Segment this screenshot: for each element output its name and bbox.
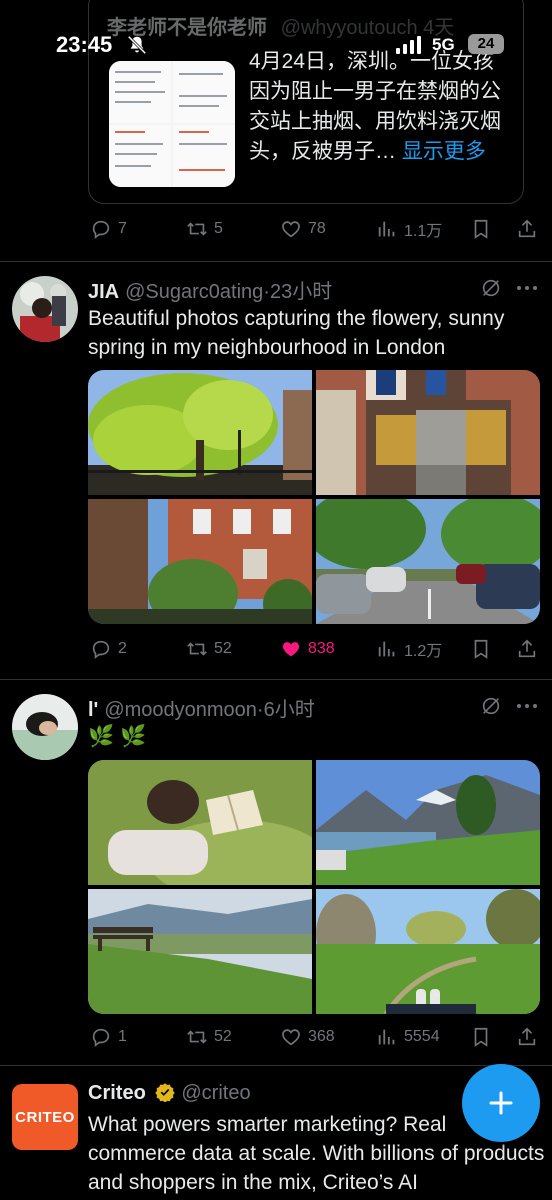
share-button[interactable]: [516, 634, 538, 664]
repost-count: 5: [214, 220, 223, 237]
tweet-header: Criteo @criteo: [88, 1082, 251, 1105]
grok-icon[interactable]: [480, 277, 502, 299]
like-button[interactable]: 838: [280, 634, 335, 664]
repost-icon: [187, 1030, 207, 1044]
tweet-age: ·6小时: [256, 699, 315, 721]
bookmark-button[interactable]: [470, 1022, 492, 1052]
bookmark-button[interactable]: [470, 634, 492, 664]
author-name[interactable]: l': [88, 699, 98, 721]
repost-button[interactable]: 5: [186, 214, 223, 244]
photo-reading-in-grass[interactable]: [88, 760, 312, 885]
photo-street[interactable]: [316, 499, 540, 624]
author-handle[interactable]: @criteo: [181, 1082, 250, 1104]
avatar[interactable]: [12, 276, 78, 342]
more-options-icon[interactable]: [514, 695, 540, 717]
reply-count: 1: [118, 1028, 127, 1045]
repost-count: 52: [214, 640, 232, 657]
bookmark-icon: [474, 639, 488, 659]
share-button[interactable]: [516, 214, 538, 244]
views-icon: [378, 641, 395, 657]
view-count: 5554: [404, 1028, 440, 1045]
photo-park-feet[interactable]: [316, 889, 540, 1014]
photo-tree[interactable]: [88, 370, 312, 495]
views-button[interactable]: 1.1万: [376, 214, 442, 244]
tweet-header: JIA @Sugarc0ating·23小时: [88, 275, 332, 304]
battery-indicator: 24: [468, 34, 504, 54]
reply-button[interactable]: 7: [90, 214, 127, 244]
tweet-jia[interactable]: JIA @Sugarc0ating·23小时 Beautiful photos c…: [0, 262, 552, 680]
views-button[interactable]: 5554: [376, 1022, 440, 1052]
like-count: 78: [308, 220, 326, 237]
repost-button[interactable]: 52: [186, 634, 232, 664]
bookmark-icon: [474, 1027, 488, 1047]
share-icon: [518, 1027, 536, 1046]
share-button[interactable]: [516, 1022, 538, 1052]
avatar[interactable]: [12, 694, 78, 760]
author-name[interactable]: Criteo: [88, 1082, 146, 1104]
photo-brick-house[interactable]: [88, 499, 312, 624]
tweet-actions: 1 52 368 5554: [0, 1022, 552, 1052]
repost-icon: [187, 222, 207, 236]
tweet-text: Beautiful photos capturing the flowery, …: [88, 307, 505, 359]
share-icon: [518, 219, 536, 238]
cell-signal-icon: [396, 36, 421, 54]
like-count: 368: [308, 1028, 335, 1045]
heart-icon: [282, 221, 300, 238]
views-button[interactable]: 1.2万: [376, 634, 442, 664]
bell-muted-icon: [127, 35, 147, 55]
reply-button[interactable]: 2: [90, 634, 127, 664]
tweet-moodyonmoon[interactable]: l' @moodyonmoon·6小时 🌿 🌿 1 52 368 5554: [0, 680, 552, 1066]
photo-mountain-lake[interactable]: [316, 760, 540, 885]
show-more-link[interactable]: 显示更多: [402, 140, 486, 163]
like-button[interactable]: 78: [280, 214, 326, 244]
photo-bench-valley[interactable]: [88, 889, 312, 1014]
bookmark-button[interactable]: [470, 214, 492, 244]
more-options-icon[interactable]: [514, 277, 540, 299]
like-count: 838: [308, 640, 335, 657]
reply-icon: [92, 220, 110, 239]
network-type: 5G: [432, 35, 455, 54]
media-grid[interactable]: [88, 370, 540, 624]
reply-count: 2: [118, 640, 127, 657]
repost-icon: [187, 642, 207, 656]
share-icon: [518, 639, 536, 658]
author-name[interactable]: JIA: [88, 281, 119, 303]
reply-icon: [92, 1028, 110, 1047]
view-count: 1.2万: [404, 643, 443, 660]
grok-icon[interactable]: [480, 695, 502, 717]
verified-gold-icon: [155, 1083, 176, 1102]
author-handle[interactable]: @Sugarc0ating: [125, 281, 263, 303]
tweet-text: 🌿 🌿: [88, 725, 147, 748]
tweet-header: l' @moodyonmoon·6小时: [88, 693, 315, 722]
media-grid[interactable]: [88, 760, 540, 1014]
heart-filled-icon: [282, 642, 300, 657]
repost-count: 52: [214, 1028, 232, 1045]
criteo-logo[interactable]: CRITEO: [12, 1084, 78, 1150]
views-icon: [378, 221, 395, 237]
plus-icon: [489, 1091, 513, 1115]
reply-count: 7: [118, 220, 127, 237]
bookmark-icon: [474, 219, 488, 239]
author-handle[interactable]: @moodyonmoon: [104, 699, 257, 721]
views-icon: [378, 1029, 395, 1045]
tweet-actions: 7 5 78 1.1万: [0, 214, 552, 244]
repost-button[interactable]: 52: [186, 1022, 232, 1052]
reply-icon: [92, 640, 110, 659]
photo-front-steps[interactable]: [316, 370, 540, 495]
status-bar: 23:45 5G 24: [0, 0, 552, 88]
view-count: 1.1万: [404, 223, 443, 240]
tweet-age: ·23小时: [263, 281, 333, 303]
like-button[interactable]: 368: [280, 1022, 335, 1052]
heart-icon: [282, 1029, 300, 1046]
reply-button[interactable]: 1: [90, 1022, 127, 1052]
compose-button[interactable]: [462, 1064, 540, 1142]
tweet-actions: 2 52 838 1.2万: [0, 634, 552, 664]
status-time: 23:45: [56, 32, 113, 57]
